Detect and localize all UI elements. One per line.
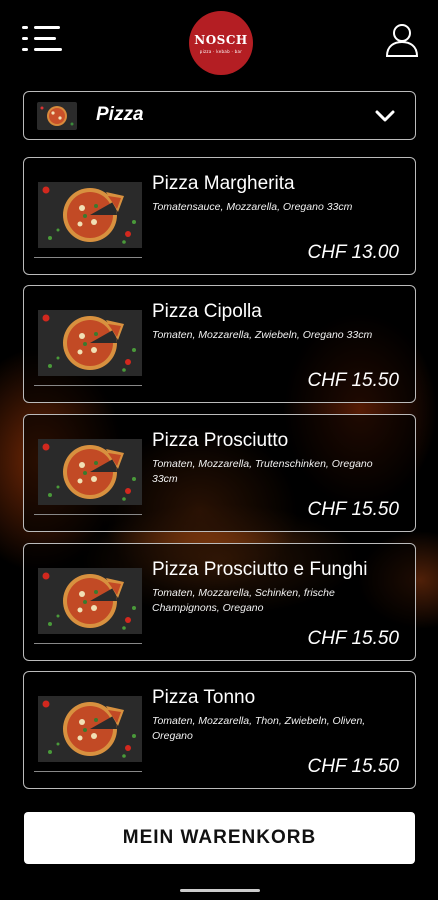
item-name: Pizza Cipolla xyxy=(152,301,262,322)
thumbnail-divider xyxy=(34,643,142,644)
home-indicator xyxy=(180,889,260,892)
thumbnail-divider xyxy=(34,385,142,386)
item-description: Tomaten, Mozzarella, Trutenschinken, Ore… xyxy=(152,458,373,485)
menu-item[interactable]: Pizza Margherita Tomatensauce, Mozzarell… xyxy=(23,157,416,275)
pizza-thumbnail xyxy=(38,696,142,762)
menu-item[interactable]: Pizza Prosciutto e Funghi Tomaten, Mozza… xyxy=(23,543,416,661)
menu-item[interactable]: Pizza Tonno Tomaten, Mozzarella, Thon, Z… xyxy=(23,671,416,789)
thumbnail-divider xyxy=(34,771,142,772)
item-name: Pizza Margherita xyxy=(152,173,295,194)
thumbnail-divider xyxy=(34,514,142,515)
category-dropdown[interactable]: Pizza xyxy=(23,91,416,140)
user-icon[interactable] xyxy=(384,22,420,58)
menu-item[interactable]: Pizza Cipolla Tomaten, Mozzarella, Zwieb… xyxy=(23,285,416,403)
brand-logo[interactable]: NOSCH pizza · kebab · bar xyxy=(189,11,253,75)
item-name: Pizza Prosciutto e Funghi xyxy=(152,559,368,580)
pizza-thumbnail xyxy=(38,310,142,376)
item-price: CHF 15.50 xyxy=(307,628,399,649)
pizza-thumbnail xyxy=(38,568,142,634)
item-description: Tomaten, Mozzarella, Zwiebeln, Oregano 3… xyxy=(152,329,373,341)
chevron-down-icon xyxy=(375,110,395,122)
item-description: Tomaten, Mozzarella, Thon, Zwiebeln, Oli… xyxy=(152,715,366,742)
item-price: CHF 15.50 xyxy=(307,499,399,520)
item-description: Tomatensauce, Mozzarella, Oregano 33cm xyxy=(152,201,353,213)
pizza-thumbnail xyxy=(38,182,142,248)
menu-icon[interactable] xyxy=(22,24,62,54)
item-price: CHF 13.00 xyxy=(307,242,399,263)
header: NOSCH pizza · kebab · bar xyxy=(0,0,438,80)
logo-subtext: pizza · kebab · bar xyxy=(199,48,243,54)
thumbnail-divider xyxy=(34,257,142,258)
category-label: Pizza xyxy=(96,104,144,125)
menu-item[interactable]: Pizza Prosciutto Tomaten, Mozzarella, Tr… xyxy=(23,414,416,532)
category-thumbnail xyxy=(37,102,77,130)
item-price: CHF 15.50 xyxy=(307,756,399,777)
logo-text: NOSCH xyxy=(194,32,248,47)
item-price: CHF 15.50 xyxy=(307,370,399,391)
item-name: Pizza Tonno xyxy=(152,687,256,708)
cart-button[interactable]: MEIN WARENKORB xyxy=(24,812,415,864)
item-name: Pizza Prosciutto xyxy=(152,430,289,451)
item-description: Tomaten, Mozzarella, Schinken, frische C… xyxy=(152,587,335,614)
pizza-thumbnail xyxy=(38,439,142,505)
